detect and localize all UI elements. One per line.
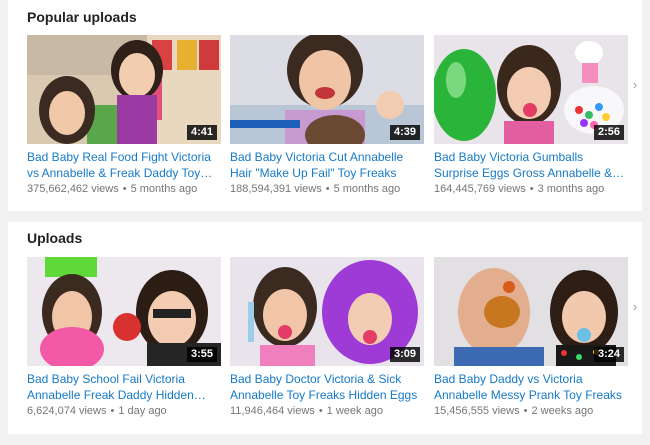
video-card[interactable]: 3:09 Bad Baby Doctor Victoria & Sick Ann… [230, 257, 424, 417]
meta-separator: • [318, 405, 323, 417]
section-title[interactable]: Uploads [27, 230, 82, 246]
video-views: 15,456,555 views [434, 405, 520, 417]
video-meta: 11,946,464 views • 1 week ago [230, 405, 424, 417]
video-card[interactable]: 4:39 Bad Baby Victoria Cut Annabelle Hai… [230, 35, 424, 195]
video-duration: 3:09 [389, 347, 420, 362]
meta-separator: • [110, 405, 115, 417]
video-views: 375,662,462 views [27, 183, 119, 195]
video-card[interactable]: 3:24 Bad Baby Daddy vs Victoria Annabell… [434, 257, 628, 417]
meta-separator: • [523, 405, 528, 417]
video-thumbnail[interactable]: 2:56 [434, 35, 628, 144]
meta-separator: • [529, 183, 534, 195]
video-meta: 188,594,391 views • 5 months ago [230, 183, 424, 195]
video-meta: 15,456,555 views • 2 weeks ago [434, 405, 628, 417]
video-title-link[interactable]: Bad Baby Victoria Cut Annabelle Hair "Ma… [230, 149, 424, 181]
video-duration: 4:39 [389, 125, 420, 140]
section-popular-uploads: Popular uploads 4:41 Bad Baby Real Food … [8, 0, 642, 211]
video-meta: 375,662,462 views • 5 months ago [27, 183, 221, 195]
video-thumbnail[interactable]: 3:24 [434, 257, 628, 366]
video-age: 2 weeks ago [531, 405, 594, 417]
video-duration: 4:41 [186, 125, 217, 140]
video-age: 1 week ago [326, 405, 383, 417]
video-meta: 6,624,074 views • 1 day ago [27, 405, 221, 417]
video-views: 188,594,391 views [230, 183, 322, 195]
video-thumbnail[interactable]: 3:55 [27, 257, 221, 366]
video-title-link[interactable]: Bad Baby School Fail Victoria Annabelle … [27, 371, 221, 403]
video-card[interactable]: 3:55 Bad Baby School Fail Victoria Annab… [27, 257, 221, 417]
video-title-link[interactable]: Bad Baby Daddy vs Victoria Annabelle Mes… [434, 371, 628, 403]
video-title-link[interactable]: Bad Baby Real Food Fight Victoria vs Ann… [27, 149, 221, 181]
video-meta: 164,445,769 views • 3 months ago [434, 183, 628, 195]
video-duration: 2:56 [593, 125, 624, 140]
video-age: 5 months ago [130, 183, 198, 195]
video-card[interactable]: 2:56 Bad Baby Victoria Gumballs Surprise… [434, 35, 628, 195]
video-duration: 3:55 [186, 347, 217, 362]
video-thumbnail[interactable]: 4:39 [230, 35, 424, 144]
video-card[interactable]: 4:41 Bad Baby Real Food Fight Victoria v… [27, 35, 221, 195]
video-thumbnail[interactable]: 4:41 [27, 35, 221, 144]
chevron-right-icon[interactable]: › [628, 77, 642, 92]
video-duration: 3:24 [593, 347, 624, 362]
meta-separator: • [122, 183, 127, 195]
video-age: 5 months ago [333, 183, 401, 195]
video-title-link[interactable]: Bad Baby Doctor Victoria & Sick Annabell… [230, 371, 424, 403]
video-views: 6,624,074 views [27, 405, 107, 417]
section-uploads: Uploads 3:55 Bad Baby School Fail Victor… [8, 222, 642, 434]
video-title-link[interactable]: Bad Baby Victoria Gumballs Surprise Eggs… [434, 149, 628, 181]
video-views: 164,445,769 views [434, 183, 526, 195]
section-title[interactable]: Popular uploads [27, 9, 137, 25]
video-age: 3 months ago [537, 183, 605, 195]
video-views: 11,946,464 views [230, 405, 315, 417]
chevron-right-icon[interactable]: › [628, 299, 642, 314]
video-age: 1 day ago [118, 405, 167, 417]
meta-separator: • [325, 183, 330, 195]
video-thumbnail[interactable]: 3:09 [230, 257, 424, 366]
